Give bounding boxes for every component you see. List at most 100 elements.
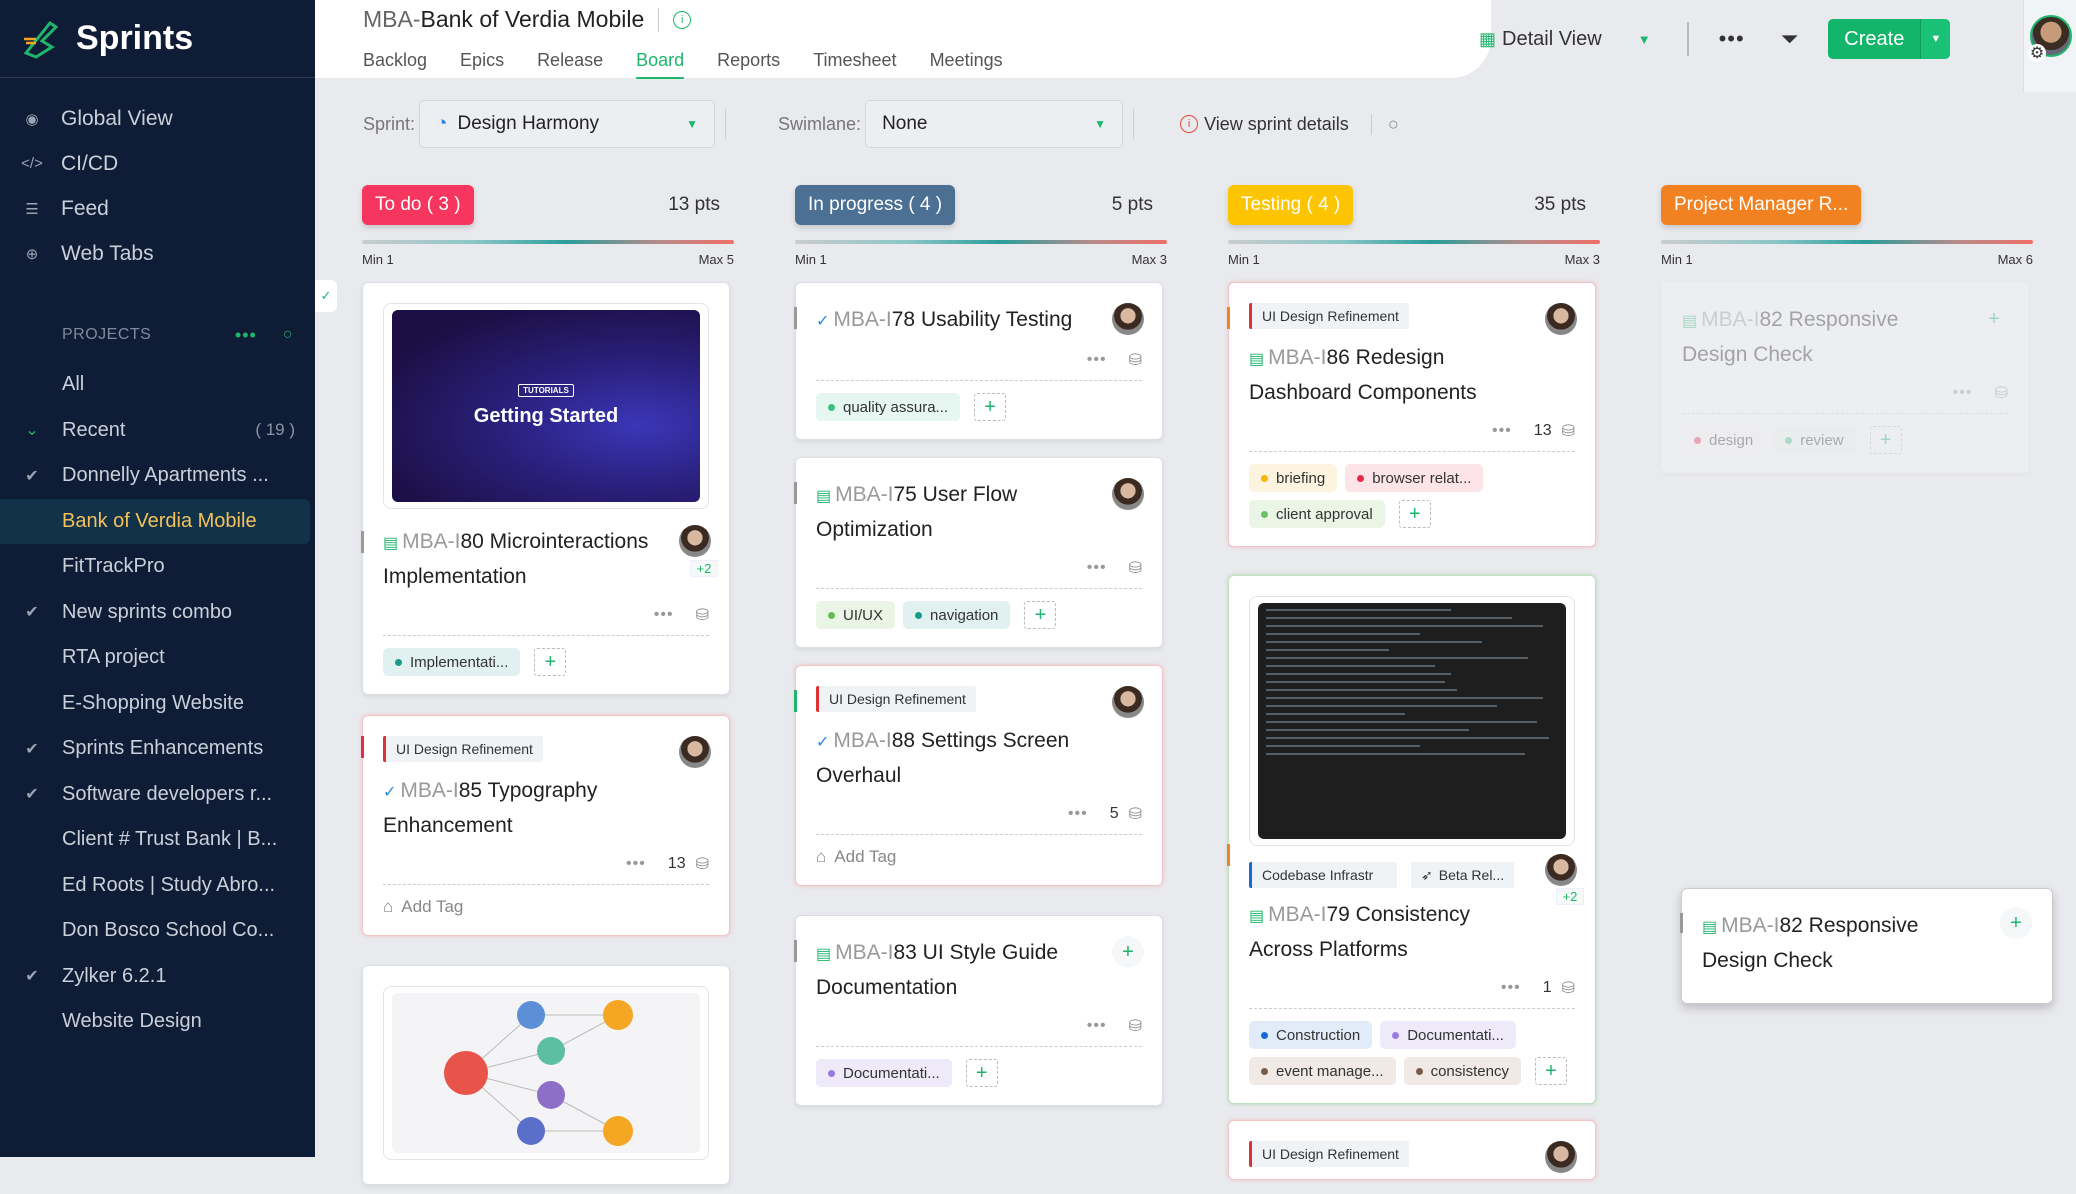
project-item[interactable]: Website Design bbox=[0, 999, 315, 1045]
tag[interactable]: navigation bbox=[903, 601, 1011, 629]
column-status-pill[interactable]: Testing ( 4 ) bbox=[1228, 185, 1354, 225]
task-card[interactable]: ✓ MBA-I78 Usability Testing ••• ⛁ quality … bbox=[794, 282, 1163, 440]
tag[interactable]: browser relat... bbox=[1345, 464, 1484, 492]
more-icon[interactable]: ••• bbox=[1068, 805, 1088, 823]
add-tag-button[interactable]: + bbox=[1534, 1057, 1567, 1085]
add-assignee-button[interactable]: + bbox=[1112, 936, 1144, 968]
collapse-sidebar-button[interactable]: ✓ bbox=[315, 280, 337, 312]
assignee-avatar[interactable] bbox=[1112, 686, 1144, 718]
add-tag-button[interactable]: + bbox=[974, 393, 1007, 421]
assignee-avatar[interactable] bbox=[679, 736, 711, 768]
epic-badge[interactable]: UI Design Refinement bbox=[1249, 303, 1409, 329]
assignee-avatar[interactable] bbox=[1112, 478, 1144, 510]
search-icon[interactable]: ○ bbox=[283, 326, 293, 344]
task-card[interactable]: TUTORIALS Getting Started ▤ MBA-I80 Micro… bbox=[361, 282, 730, 695]
project-item[interactable]: FitTrackPro bbox=[0, 544, 315, 590]
column-status-pill[interactable]: In progress ( 4 ) bbox=[795, 185, 956, 225]
task-card[interactable]: ▤ MBA-I83 UI Style Guide Documentation + … bbox=[794, 915, 1163, 1106]
more-icon[interactable]: ••• bbox=[235, 325, 257, 346]
story-points-icon[interactable]: ⛁ bbox=[1129, 558, 1142, 578]
search-icon[interactable]: ○ bbox=[1370, 113, 1399, 135]
task-card[interactable]: UI Design Refinement ✓ MBA-I88 Settings S… bbox=[794, 665, 1163, 886]
add-tag-button[interactable]: ⌂ Add Tag bbox=[383, 897, 709, 917]
task-card[interactable] bbox=[362, 965, 730, 1185]
add-assignee-button[interactable]: + bbox=[2000, 907, 2032, 939]
project-item[interactable]: Don Bosco School Co... bbox=[0, 908, 315, 954]
tag[interactable]: quality assura... bbox=[816, 393, 961, 421]
create-button[interactable]: Create bbox=[1828, 19, 1920, 59]
detail-view-dropdown[interactable]: ▦ Detail View ▼ bbox=[1479, 28, 1651, 51]
tag[interactable]: briefing bbox=[1249, 464, 1338, 492]
tag[interactable]: Implementati... bbox=[383, 648, 521, 676]
more-icon[interactable]: ••• bbox=[1492, 422, 1512, 440]
tab-timesheet[interactable]: Timesheet bbox=[813, 50, 896, 77]
more-icon[interactable]: ••• bbox=[1087, 559, 1107, 577]
more-options-icon[interactable]: ••• bbox=[1719, 26, 1745, 52]
project-item[interactable]: ✔ Zylker 6.2.1 bbox=[0, 954, 315, 1000]
sidebar-item-feed[interactable]: ☰ Feed bbox=[0, 186, 315, 231]
project-item[interactable]: E-Shopping Website bbox=[0, 681, 315, 727]
project-item-active[interactable]: Bank of Verdia Mobile bbox=[0, 498, 310, 544]
sprint-select[interactable]: ◔ Design Harmony ▼ bbox=[419, 100, 716, 148]
project-item[interactable]: Ed Roots | Study Abro... bbox=[0, 863, 315, 909]
sidebar-item-cicd[interactable]: </> CI/CD bbox=[0, 141, 315, 186]
tab-release[interactable]: Release bbox=[537, 50, 603, 77]
story-points-icon[interactable]: ⛁ bbox=[1129, 804, 1142, 824]
tag[interactable]: consistency bbox=[1403, 1057, 1521, 1085]
info-icon[interactable]: i bbox=[673, 10, 692, 29]
story-points-icon[interactable]: ⛁ bbox=[696, 605, 709, 625]
column-status-pill[interactable]: To do ( 3 ) bbox=[362, 185, 474, 225]
assignee-avatar[interactable] bbox=[1545, 303, 1577, 335]
add-tag-button[interactable]: ⌂ Add Tag bbox=[816, 847, 1142, 867]
tab-backlog[interactable]: Backlog bbox=[363, 50, 427, 77]
add-tag-button[interactable]: + bbox=[1024, 601, 1057, 629]
tab-reports[interactable]: Reports bbox=[717, 50, 780, 77]
project-item[interactable]: ✔ Donnelly Apartments ... bbox=[0, 453, 315, 499]
assignee-avatar[interactable] bbox=[1545, 1141, 1577, 1173]
sidebar-item-global-view[interactable]: ◉ Global View bbox=[0, 96, 315, 141]
tab-board[interactable]: Board bbox=[636, 50, 685, 79]
story-points-icon[interactable]: ⛁ bbox=[1562, 421, 1575, 441]
story-points-icon[interactable]: ⛁ bbox=[1129, 350, 1142, 370]
filter-icon[interactable]: ⏷ bbox=[1781, 26, 1799, 52]
dragged-card[interactable]: ▤ MBA-I82 Responsive Design Check + bbox=[1680, 888, 2053, 1004]
view-sprint-details-link[interactable]: i View sprint details bbox=[1180, 114, 1349, 135]
column-status-pill[interactable]: Project Manager R... bbox=[1661, 185, 1862, 225]
tag[interactable]: UI/UX bbox=[816, 601, 896, 629]
epic-badge[interactable]: UI Design Refinement bbox=[816, 686, 976, 712]
project-item[interactable]: ✔ Sprints Enhancements bbox=[0, 726, 315, 772]
epic-badge[interactable]: UI Design Refinement bbox=[383, 736, 543, 762]
task-card[interactable]: UI Design Refinement bbox=[1228, 1120, 1596, 1180]
tag[interactable]: event manage... bbox=[1249, 1057, 1396, 1085]
task-card[interactable]: Codebase Infrastr ➶ Beta Rel... +2 ▤ MBA-I… bbox=[1227, 575, 1596, 1104]
story-points-icon[interactable]: ⛁ bbox=[696, 854, 709, 874]
release-badge[interactable]: ➶ Beta Rel... bbox=[1411, 862, 1515, 888]
gear-icon[interactable]: ⚙ bbox=[2028, 44, 2046, 62]
assignee-avatar[interactable] bbox=[1112, 303, 1144, 335]
create-dropdown-icon[interactable]: ▼ bbox=[1920, 19, 1951, 59]
project-item-recent[interactable]: ⌄ Recent ( 19 ) bbox=[0, 408, 315, 454]
project-item[interactable]: ✔ Software developers r... bbox=[0, 772, 315, 818]
tag[interactable]: Construction bbox=[1249, 1021, 1373, 1049]
more-icon[interactable]: ••• bbox=[1087, 1017, 1107, 1035]
more-icon[interactable]: ••• bbox=[1087, 351, 1107, 369]
tag[interactable]: Documentati... bbox=[1380, 1021, 1516, 1049]
more-icon[interactable]: ••• bbox=[626, 855, 646, 873]
sidebar-item-web-tabs[interactable]: ⊕ Web Tabs bbox=[0, 231, 315, 276]
project-item[interactable]: Client # Trust Bank | B... bbox=[0, 817, 315, 863]
user-profile[interactable]: ⚙ bbox=[2023, 0, 2076, 92]
assignee-avatar[interactable] bbox=[1545, 854, 1577, 886]
epic-badge[interactable]: UI Design Refinement bbox=[1249, 1141, 1409, 1167]
extra-assignees[interactable]: +2 bbox=[690, 560, 718, 577]
more-icon[interactable]: ••• bbox=[654, 606, 674, 624]
extra-assignees[interactable]: +2 bbox=[1556, 888, 1584, 905]
project-item-all[interactable]: All bbox=[0, 362, 315, 408]
epic-badge[interactable]: Codebase Infrastr bbox=[1249, 862, 1397, 888]
tab-epics[interactable]: Epics bbox=[460, 50, 504, 77]
task-card[interactable]: UI Design Refinement ▤ MBA-I86 Redesign D… bbox=[1227, 282, 1596, 547]
task-card[interactable]: UI Design Refinement ✓ MBA-I85 Typography… bbox=[361, 715, 730, 936]
tab-meetings[interactable]: Meetings bbox=[930, 50, 1003, 77]
project-item[interactable]: RTA project bbox=[0, 635, 315, 681]
add-tag-button[interactable]: + bbox=[534, 648, 567, 676]
swimlane-select[interactable]: None ▼ bbox=[865, 100, 1124, 148]
